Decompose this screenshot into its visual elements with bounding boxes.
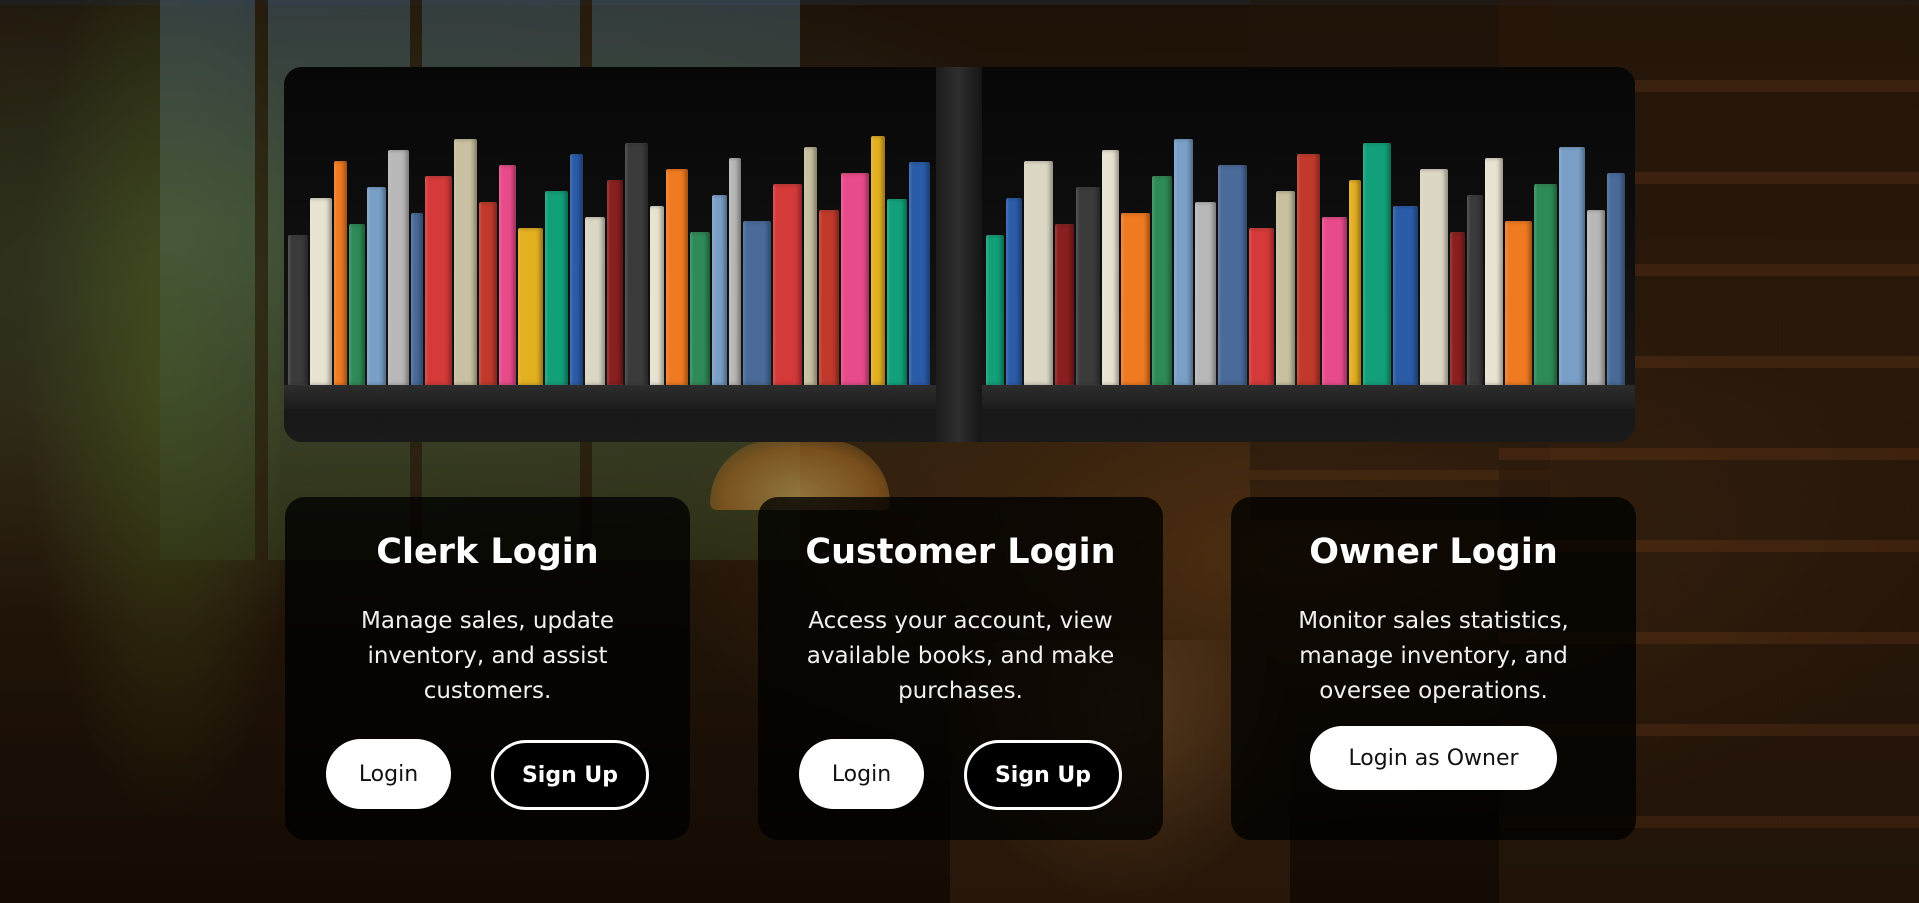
book-spine: [1152, 176, 1172, 385]
clerk-card-title: Clerk Login: [376, 532, 599, 572]
book-spine: [310, 198, 332, 385]
book-spine: [499, 165, 516, 385]
book-spine: [870, 136, 886, 385]
book-spine: [584, 217, 606, 385]
book-spine: [517, 228, 543, 385]
book-spine: [288, 235, 309, 385]
book-spine: [544, 191, 569, 385]
customer-card-title: Customer Login: [805, 532, 1116, 572]
owner-card-description: Monitor sales statistics, manage invento…: [1298, 608, 1569, 704]
book-spine: [1297, 154, 1320, 385]
book-spine: [986, 235, 1004, 385]
book-spine: [1363, 143, 1391, 385]
book-spine: [819, 210, 839, 385]
book-spine: [425, 176, 453, 385]
page: Clerk Login Manage sales, update invento…: [0, 0, 1919, 903]
book-spine: [1024, 161, 1053, 385]
book-spine: [454, 139, 477, 385]
customer-signup-button[interactable]: Sign Up: [964, 740, 1122, 810]
book-spine: [349, 224, 365, 385]
book-spine: [1276, 191, 1295, 385]
book-spine: [1393, 206, 1418, 385]
book-spine: [1450, 232, 1465, 385]
book-spine: [649, 206, 665, 385]
book-spine: [1218, 165, 1247, 385]
owner-card-title: Owner Login: [1309, 532, 1558, 572]
book-spine: [1121, 213, 1150, 385]
book-spine: [366, 187, 387, 385]
clerk-login-button[interactable]: Login: [326, 739, 451, 809]
book-spine: [773, 184, 802, 385]
book-spine: [1102, 150, 1119, 385]
book-spine: [478, 202, 498, 385]
bookshelf-banner: [284, 67, 1635, 442]
book-spine: [1055, 224, 1074, 385]
clerk-card-description: Manage sales, update inventory, and assi…: [361, 608, 614, 704]
book-spine: [840, 173, 869, 385]
book-spine: [1006, 198, 1022, 385]
book-spine: [1559, 147, 1585, 385]
customer-card-description: Access your account, view available book…: [806, 608, 1115, 704]
book-spine: [887, 199, 907, 385]
book-spine: [666, 169, 688, 385]
book-spine: [410, 213, 424, 385]
owner-login-button[interactable]: Login as Owner: [1310, 726, 1557, 790]
book-spine: [388, 150, 409, 385]
book-spine: [743, 221, 772, 385]
bookshelf-right: [982, 67, 1635, 442]
books-row-right: [982, 125, 1635, 385]
book-spine: [1534, 184, 1557, 385]
book-spine: [803, 147, 818, 385]
bookshelf-left: [284, 67, 936, 442]
shelf-board-right: [982, 385, 1635, 409]
book-spine: [1195, 202, 1216, 385]
book-spine: [1076, 187, 1100, 385]
book-spine: [728, 158, 742, 385]
books-row-left: [284, 125, 936, 385]
book-spine: [607, 180, 623, 385]
book-spine: [1485, 158, 1503, 385]
book-spine: [1607, 173, 1625, 385]
shelf-board-left: [284, 385, 936, 409]
book-spine: [570, 154, 583, 385]
clerk-signup-button[interactable]: Sign Up: [491, 740, 649, 810]
book-spine: [1420, 169, 1448, 385]
book-spine: [1349, 180, 1361, 385]
book-spine: [689, 232, 711, 385]
book-spine: [908, 162, 930, 385]
customer-login-card: Customer Login Access your account, view…: [758, 497, 1163, 840]
book-spine: [1174, 139, 1193, 385]
book-spine: [1505, 221, 1532, 385]
book-spine: [1322, 217, 1347, 385]
owner-login-card: Owner Login Monitor sales statistics, ma…: [1231, 497, 1636, 840]
book-spine: [333, 161, 348, 385]
customer-login-button[interactable]: Login: [799, 739, 924, 809]
clerk-login-card: Clerk Login Manage sales, update invento…: [285, 497, 690, 840]
book-spine: [624, 143, 648, 385]
book-spine: [1587, 210, 1605, 385]
shelf-divider: [936, 67, 982, 442]
book-spine: [1249, 228, 1274, 385]
book-spine: [712, 195, 727, 385]
book-spine: [1467, 195, 1483, 385]
